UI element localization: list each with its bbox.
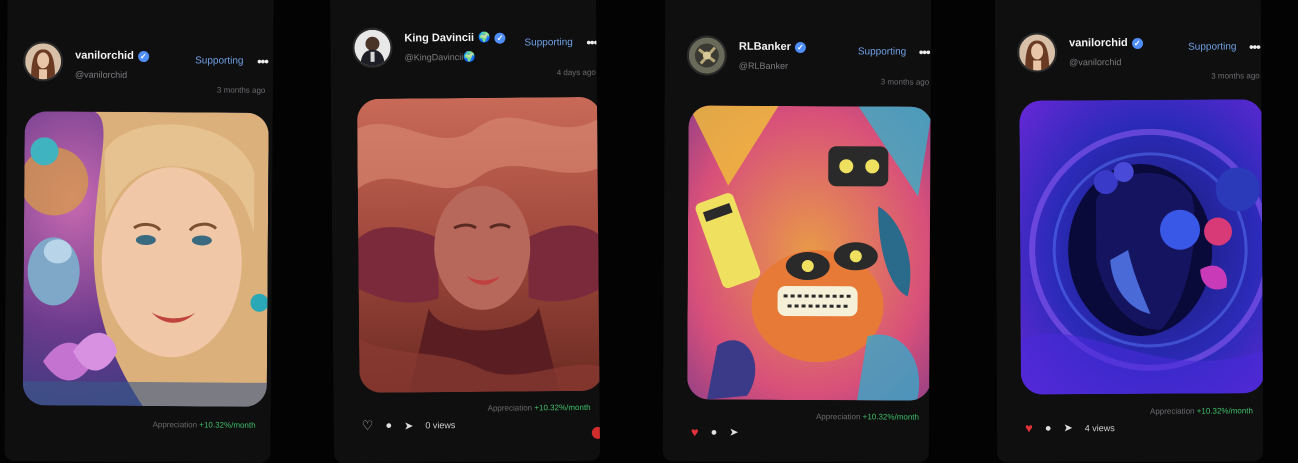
author-name-text[interactable]: King Davincii bbox=[404, 32, 474, 45]
supporting-button[interactable]: Supporting bbox=[858, 46, 906, 57]
send-icon[interactable]: ➤ bbox=[729, 426, 738, 439]
author-handle[interactable]: @RLBanker bbox=[739, 61, 788, 71]
appreciation-label: Appreciation bbox=[1149, 406, 1195, 416]
appreciation-label: Appreciation bbox=[152, 420, 198, 430]
globe-icon: 🌍 bbox=[478, 32, 491, 44]
view-count: 4 views bbox=[1084, 422, 1115, 433]
verified-badge-icon: ✓ bbox=[1131, 37, 1143, 49]
artwork-image[interactable] bbox=[22, 111, 269, 407]
author-name[interactable]: King Davincii 🌍 ✓ bbox=[404, 32, 506, 45]
comment-icon[interactable]: ● bbox=[711, 426, 718, 438]
author-name[interactable]: vanilorchid ✓ bbox=[1069, 37, 1143, 49]
avatar[interactable] bbox=[1017, 32, 1058, 73]
artwork-image[interactable] bbox=[356, 96, 601, 393]
appreciation-rate: Appreciation +10.32%/month bbox=[1150, 406, 1253, 416]
globe-icon: 🌍 bbox=[463, 51, 476, 64]
appreciation-value: +10.32%/month bbox=[1196, 406, 1253, 416]
avatar[interactable] bbox=[686, 35, 727, 76]
appreciation-rate: Appreciation +10.32%/month bbox=[153, 420, 256, 430]
heart-icon[interactable]: ♥ bbox=[1025, 421, 1033, 436]
post-card: King Davincii 🌍 ✓ @KingDavincii🌍 Support… bbox=[329, 0, 601, 463]
author-handle[interactable]: @KingDavincii🌍 bbox=[405, 52, 476, 64]
post-actions: ♡ ● ➤ 0 views bbox=[362, 417, 456, 434]
author-handle[interactable]: @vanilorchid bbox=[1069, 57, 1121, 67]
author-handle-text[interactable]: @KingDavincii bbox=[405, 52, 464, 63]
verified-badge-icon: ✓ bbox=[494, 32, 506, 44]
more-options-icon[interactable]: ••• bbox=[586, 35, 597, 50]
more-options-icon[interactable]: ••• bbox=[919, 45, 930, 60]
post-card: vanilorchid ✓ @vanilorchid Supporting ••… bbox=[994, 0, 1264, 463]
post-actions: ♥ ● ➤ 4 views bbox=[1025, 420, 1115, 436]
post-card: vanilorchid ✓ @vanilorchid Supporting ••… bbox=[4, 0, 274, 463]
heart-icon[interactable]: ♡ bbox=[362, 418, 374, 434]
post-actions: ♥ ● ➤ bbox=[691, 424, 751, 439]
comment-icon[interactable]: ● bbox=[1045, 422, 1052, 434]
send-icon[interactable]: ➤ bbox=[1063, 421, 1072, 434]
appreciation-label: Appreciation bbox=[815, 412, 861, 422]
author-handle[interactable]: @vanilorchid bbox=[75, 70, 127, 80]
send-icon[interactable]: ➤ bbox=[404, 419, 413, 432]
supporting-button[interactable]: Supporting bbox=[1188, 41, 1236, 52]
avatar[interactable] bbox=[22, 41, 64, 82]
comment-icon[interactable]: ● bbox=[385, 420, 392, 432]
author-name[interactable]: RLBanker ✓ bbox=[739, 41, 806, 53]
author-name[interactable]: vanilorchid ✓ bbox=[75, 50, 149, 63]
post-timestamp: 3 months ago bbox=[880, 77, 930, 87]
post-timestamp: 4 days ago bbox=[556, 67, 596, 78]
appreciation-rate: Appreciation +10.32%/month bbox=[488, 403, 591, 413]
appreciation-value: +10.32%/month bbox=[199, 420, 256, 430]
supporting-button[interactable]: Supporting bbox=[524, 37, 572, 48]
artwork-image[interactable] bbox=[1019, 99, 1264, 395]
appreciation-value: +10.32%/month bbox=[862, 412, 919, 422]
view-count: 0 views bbox=[425, 420, 456, 431]
notification-dot bbox=[591, 426, 601, 439]
appreciation-label: Appreciation bbox=[487, 403, 533, 413]
post-card: RLBanker ✓ @RLBanker Supporting ••• 3 mo… bbox=[662, 0, 932, 463]
post-timestamp: 3 months ago bbox=[1211, 71, 1260, 81]
author-name-text[interactable]: RLBanker bbox=[739, 41, 791, 53]
appreciation-rate: Appreciation +10.32%/month bbox=[816, 412, 919, 422]
post-timestamp: 3 months ago bbox=[216, 85, 266, 95]
avatar[interactable] bbox=[352, 27, 393, 68]
artwork-image[interactable] bbox=[687, 105, 932, 401]
verified-badge-icon: ✓ bbox=[794, 41, 806, 53]
supporting-button[interactable]: Supporting bbox=[195, 55, 243, 66]
more-options-icon[interactable]: ••• bbox=[257, 54, 268, 69]
author-name-text[interactable]: vanilorchid bbox=[75, 50, 134, 62]
verified-badge-icon: ✓ bbox=[137, 50, 149, 62]
author-name-text[interactable]: vanilorchid bbox=[1069, 37, 1128, 49]
more-options-icon[interactable]: ••• bbox=[1249, 39, 1260, 54]
appreciation-value: +10.32%/month bbox=[534, 402, 591, 413]
